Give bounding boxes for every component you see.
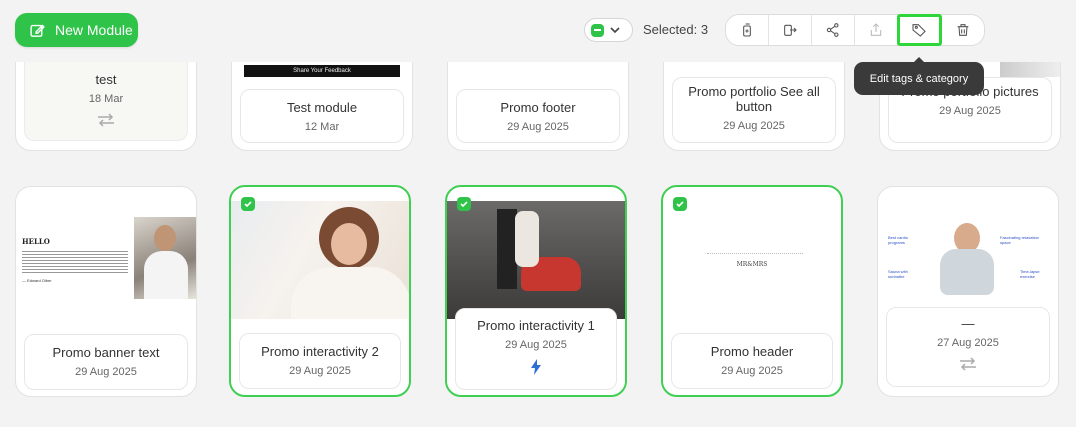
chevron-down-icon	[610, 27, 620, 34]
module-card[interactable]: Promo interactivity 1 29 Aug 2025	[445, 185, 627, 397]
new-module-button[interactable]: New Module	[15, 13, 138, 47]
bulk-actions	[725, 14, 985, 46]
thumb-label: Sauna with sunbathe	[888, 269, 908, 279]
card-info: — 27 Aug 2025	[886, 307, 1050, 387]
selected-check-icon[interactable]	[673, 197, 687, 211]
module-name: test	[95, 72, 117, 87]
thumb-image	[1000, 61, 1060, 77]
module-name: Promo interactivity 2	[261, 344, 379, 359]
thumb-label: Time-lapse exercise	[1020, 269, 1040, 279]
module-date: 18 Mar	[88, 93, 124, 105]
module-card[interactable]: MR&MRS Promo header 29 Aug 2025	[661, 185, 843, 397]
module-name: Promo header	[710, 344, 794, 359]
module-date: 29 Aug 2025	[939, 105, 1001, 117]
thumb-caption: Share Your Feedback	[244, 65, 400, 77]
module-date: 29 Aug 2025	[721, 365, 783, 377]
module-date: 29 Aug 2025	[507, 121, 569, 133]
thumb-label: Fascinating relaxation space	[1000, 235, 1039, 245]
card-info: Test module 12 Mar	[240, 89, 404, 143]
module-date: 29 Aug 2025	[75, 366, 137, 378]
delete-button[interactable]	[941, 15, 984, 45]
export-button[interactable]	[855, 15, 898, 45]
module-name: —	[961, 316, 975, 331]
card-info: test 18 Mar	[24, 51, 188, 141]
duplicate-button[interactable]	[726, 15, 769, 45]
module-thumbnail	[447, 201, 625, 319]
module-card[interactable]: Best cardio programs Fascinating relaxat…	[877, 186, 1059, 397]
thumb-label: Best cardio programs	[888, 235, 909, 245]
card-info: Promo interactivity 2 29 Aug 2025	[239, 333, 401, 389]
move-to-icon	[784, 24, 797, 36]
module-thumbnail: Best cardio programs Fascinating relaxat…	[878, 187, 1058, 305]
partial-check-icon	[591, 23, 604, 37]
module-thumbnail: HELLO — Edward Olber	[16, 187, 196, 327]
module-date: 27 Aug 2025	[937, 337, 999, 349]
thumb-logo: MR&MRS	[736, 261, 768, 268]
card-info: Promo footer 29 Aug 2025	[456, 89, 620, 143]
thumb-signature: — Edward Olber	[22, 278, 52, 283]
tooltip: Edit tags & category	[854, 57, 984, 95]
module-date: 29 Aug 2025	[289, 365, 351, 377]
new-module-label: New Module	[55, 22, 133, 38]
swap-icon	[98, 113, 114, 127]
module-thumbnail	[231, 201, 409, 319]
module-name: Promo banner text	[52, 345, 160, 360]
module-date: 12 Mar	[304, 121, 340, 133]
module-name: Promo footer	[500, 100, 576, 115]
card-info: Promo interactivity 1 29 Aug 2025	[455, 308, 617, 390]
selected-check-icon[interactable]	[457, 197, 471, 211]
card-info: Promo header 29 Aug 2025	[671, 333, 833, 389]
module-date: 29 Aug 2025	[723, 120, 785, 132]
toolbar: New Module Selected: 3	[0, 0, 1076, 62]
swap-icon	[960, 357, 976, 371]
module-name: Promo portfolio See all button	[688, 84, 820, 114]
thumb-title: HELLO	[22, 237, 50, 246]
selected-check-icon[interactable]	[241, 197, 255, 211]
move-button[interactable]	[769, 15, 812, 45]
module-name: Test module	[286, 100, 358, 115]
thumb-photo	[134, 217, 196, 299]
tag-icon	[912, 24, 926, 37]
card-info: Promo portfolio See all button 29 Aug 20…	[672, 77, 836, 143]
selected-count: Selected: 3	[643, 22, 709, 37]
module-name: Promo interactivity 1	[477, 318, 595, 333]
module-date: 29 Aug 2025	[505, 339, 567, 351]
thumb-nav	[707, 253, 803, 255]
edit-icon	[30, 24, 45, 37]
trash-icon	[957, 24, 968, 36]
share-icon	[826, 23, 839, 37]
select-all-toggle[interactable]	[584, 18, 633, 42]
thumb-text	[22, 249, 128, 273]
duplicate-icon	[743, 23, 751, 37]
share-button[interactable]	[812, 15, 855, 45]
export-icon	[870, 23, 882, 36]
bolt-icon	[531, 359, 541, 375]
module-card[interactable]: Promo interactivity 2 29 Aug 2025	[229, 185, 411, 397]
module-thumbnail: MR&MRS	[663, 187, 841, 327]
module-card[interactable]: HELLO — Edward Olber Promo banner text 2…	[15, 186, 197, 397]
edit-tags-button[interactable]	[897, 14, 942, 46]
card-info: Promo banner text 29 Aug 2025	[24, 334, 188, 390]
